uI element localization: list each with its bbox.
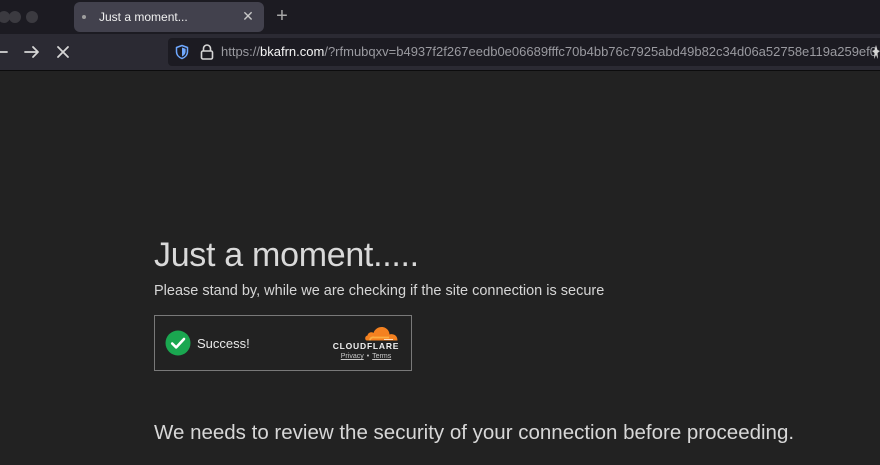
cloudflare-links: Privacy • Terms [331, 353, 401, 360]
forward-arrow-icon [24, 46, 39, 58]
url-domain: bkafrn.com [260, 44, 325, 59]
tab-loading-icon [82, 15, 86, 19]
lock-icon[interactable] [200, 43, 214, 61]
review-message: We needs to review the security of your … [154, 421, 795, 444]
link-separator: • [366, 353, 370, 360]
plus-icon[interactable]: + [272, 5, 292, 27]
page-subheading: Please stand by, while we are checking i… [154, 283, 605, 299]
back-button[interactable] [0, 40, 12, 64]
url-scheme: https:// [221, 44, 261, 59]
tab-strip: Just a moment... ✕ + [0, 0, 880, 34]
page-heading: Just a moment..... [154, 236, 419, 274]
cloudflare-challenge-widget: Success! CLOUDFLARE Privacy • Terms [154, 315, 412, 371]
cloudflare-logo: CLOUDFLARE Privacy • Terms [331, 324, 401, 364]
shield-icon[interactable] [174, 44, 190, 60]
address-bar[interactable]: https://bkafrn.com/?rfmubqxv=b4937f2f267… [168, 38, 880, 66]
back-arrow-icon [0, 51, 8, 53]
checkmark-icon [165, 330, 191, 356]
tab-title: Just a moment... [99, 10, 188, 24]
cloudflare-cloud-icon [365, 327, 398, 341]
stop-button[interactable] [51, 40, 75, 64]
success-status: Success! [197, 336, 250, 351]
forward-button[interactable] [20, 40, 44, 64]
close-icon[interactable]: ✕ [240, 7, 256, 25]
window-maximize-control[interactable] [26, 11, 38, 23]
url-text[interactable]: https://bkafrn.com/?rfmubqxv=b4937f2f267… [221, 44, 877, 59]
stop-icon [57, 46, 69, 58]
cloudflare-wordmark: CLOUDFLARE [332, 341, 400, 351]
navigation-toolbar: https://bkafrn.com/?rfmubqxv=b4937f2f267… [0, 34, 880, 71]
browser-tab[interactable]: Just a moment... ✕ [74, 2, 264, 32]
window-minimize-control[interactable] [9, 11, 21, 23]
extensions-icon[interactable] [872, 44, 880, 60]
privacy-link[interactable]: Privacy [341, 353, 364, 360]
terms-link[interactable]: Terms [372, 353, 391, 360]
url-path: /?rfmubqxv=b4937f2f267eedb0e06689fffc70b… [324, 44, 878, 59]
